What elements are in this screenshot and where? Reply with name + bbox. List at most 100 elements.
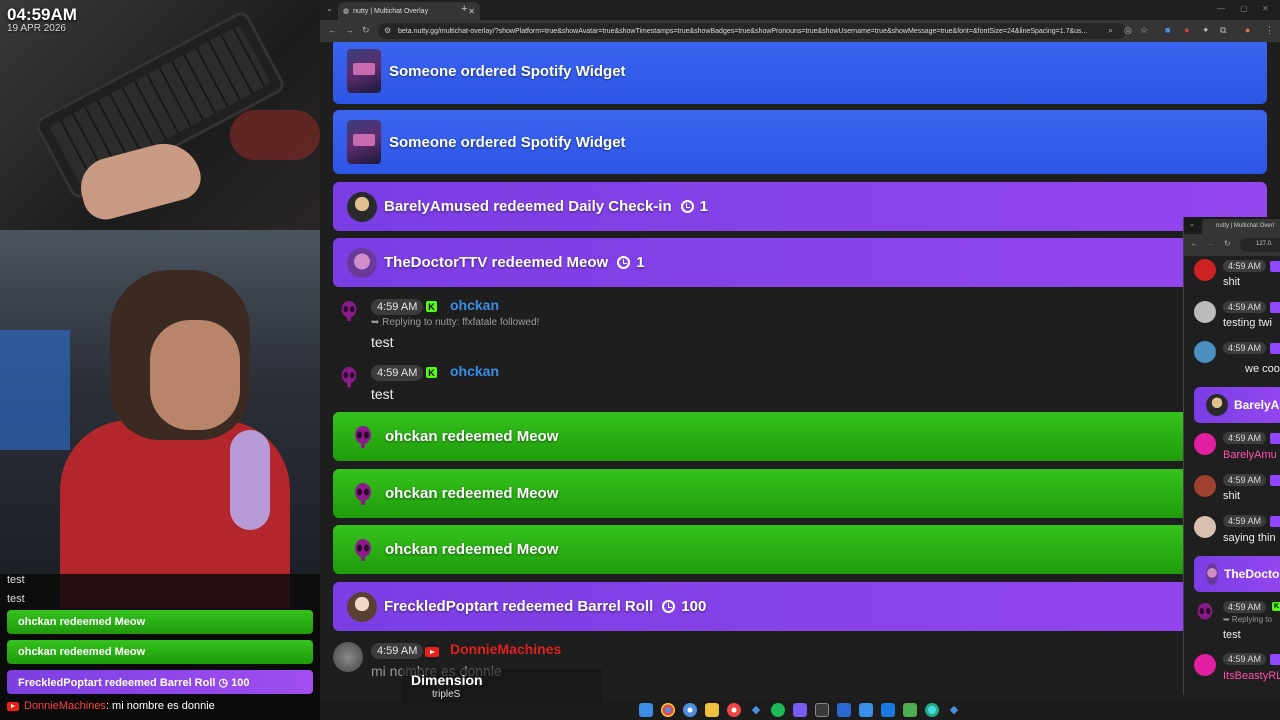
streamer-face xyxy=(150,320,240,430)
chrome-icon[interactable] xyxy=(727,703,741,717)
twitch-icon xyxy=(1270,261,1280,272)
avatar xyxy=(1194,433,1216,455)
profile-icon[interactable]: ● xyxy=(1245,25,1250,35)
desk-camera: 04:59AM 19 APR 2026 xyxy=(0,0,320,230)
tab-menu-icon[interactable]: ⌄ xyxy=(326,4,333,13)
twitch-icon xyxy=(1270,433,1280,444)
redeem-text: BarelyAmused redeemed Daily Check-in xyxy=(384,198,672,215)
overlay-content: Someone ordered Spotify Widget Someone o… xyxy=(320,42,1280,700)
redeem-text: FreckledPoptart redeemed Barrel Roll xyxy=(384,598,654,615)
alien-avatar-icon xyxy=(355,425,371,448)
timestamp: 4:59 AM xyxy=(1223,653,1267,665)
chat-line: test xyxy=(7,593,25,605)
menu-icon[interactable]: ⋮ xyxy=(1265,25,1274,36)
spotify-widget-thumbnail xyxy=(347,49,381,93)
youtube-icon xyxy=(425,647,439,657)
alien-avatar-icon xyxy=(355,482,371,505)
reply-context: ➥ Replying to xyxy=(1223,615,1272,624)
twitch-icon xyxy=(1270,654,1280,665)
username[interactable]: ohckan xyxy=(450,363,499,379)
forward-icon[interactable]: → xyxy=(1206,239,1214,248)
username[interactable]: ohckan xyxy=(450,297,499,313)
chat-youtube-line: DonnieMachines: mi nombre es donnie xyxy=(7,700,215,712)
reload-icon[interactable]: ↻ xyxy=(362,25,370,36)
avatar xyxy=(1194,301,1216,323)
extensions-icon[interactable]: ⧉ xyxy=(1220,25,1226,36)
twitch-icon xyxy=(1270,302,1280,313)
avatar xyxy=(1206,394,1228,416)
username[interactable]: ItsBeastyRL xyxy=(1223,670,1280,682)
redeem-cost: 1 xyxy=(636,254,645,271)
message-text: shit xyxy=(1223,490,1241,502)
app-icon[interactable]: ◆ xyxy=(749,703,763,717)
message-text: testing twi xyxy=(1223,317,1272,329)
app-icon[interactable] xyxy=(903,703,917,717)
tab-multichat[interactable]: nutty | Multichat Overl xyxy=(1202,219,1280,234)
redeem-banner: FreckledPoptart redeemed Barrel Roll 100 xyxy=(333,582,1267,631)
timestamp: 4:59 AM xyxy=(1223,474,1267,486)
redeem-text: TheDoctor xyxy=(1224,567,1280,581)
chrome-icon[interactable] xyxy=(661,703,675,717)
extension-icon[interactable]: ● xyxy=(1184,25,1189,35)
redeem-banner: ohckan redeemed Meow xyxy=(333,412,1267,461)
browser-icon[interactable] xyxy=(925,703,939,717)
app-icon[interactable] xyxy=(793,703,807,717)
globe-icon: ◍ xyxy=(343,8,350,15)
reply-context: ➥ Replying to nutty: ffxfatale followed! xyxy=(371,317,540,328)
notepad-icon[interactable] xyxy=(859,703,873,717)
start-icon[interactable] xyxy=(639,703,653,717)
taskbar: ◆ ◆ xyxy=(320,700,1280,720)
back-icon[interactable]: ← xyxy=(328,25,337,35)
app-icon[interactable] xyxy=(815,703,829,717)
zoom-icon[interactable]: ⌕ xyxy=(1108,25,1113,36)
extension-icon[interactable]: ■ xyxy=(1165,25,1170,35)
reload-icon[interactable]: ↻ xyxy=(1224,239,1231,248)
username[interactable]: DonnieMachines xyxy=(450,641,561,657)
folder-icon[interactable] xyxy=(705,703,719,717)
timestamp: 4:59 AM xyxy=(1223,515,1267,527)
chat-redeem-banner: ohckan redeemed Meow xyxy=(7,610,313,634)
star-icon[interactable]: ☆ xyxy=(1140,25,1148,36)
minimize-icon[interactable]: — xyxy=(1217,4,1225,13)
redeem-text: ohckan redeemed Meow xyxy=(385,428,559,445)
desk-mat xyxy=(230,110,320,160)
monitor-glow xyxy=(0,330,70,450)
tab-menu-icon[interactable]: ⌄ xyxy=(1189,220,1195,228)
spotify-icon[interactable] xyxy=(771,703,785,717)
redeem-text: ohckan redeemed Meow xyxy=(385,541,559,558)
toolbar: ← → ↻ 127.0. xyxy=(1184,234,1280,256)
clock-date: 19 APR 2026 xyxy=(7,23,66,34)
app-icon[interactable] xyxy=(837,703,851,717)
address-bar[interactable]: ⚙ beta.nutty.gg/multichat-overlay/?showP… xyxy=(378,23,1126,39)
channel-points-icon xyxy=(617,256,631,269)
username[interactable]: BarelyAmu xyxy=(1223,449,1277,461)
tab-multichat[interactable]: ◍ nutty | Multichat Overlay ✕ xyxy=(338,2,480,20)
close-tab-icon[interactable]: ✕ xyxy=(468,7,475,16)
channel-points-icon xyxy=(662,600,676,613)
eye-off-icon[interactable]: ◎ xyxy=(1124,25,1132,36)
vscode-icon[interactable] xyxy=(881,703,895,717)
twitch-icon xyxy=(1270,343,1280,354)
kick-icon: K xyxy=(1272,602,1280,611)
face-camera xyxy=(0,230,320,608)
secondary-browser-window: ⌄ nutty | Multichat Overl ← → ↻ 127.0. 4… xyxy=(1183,217,1280,695)
app-icon[interactable]: ◆ xyxy=(947,703,961,717)
kick-icon: K xyxy=(426,301,437,312)
twitch-icon xyxy=(1270,516,1280,527)
site-info-icon[interactable]: ⚙ xyxy=(384,26,391,35)
forward-icon[interactable]: → xyxy=(345,25,354,35)
clock-time: 04:59AM xyxy=(7,5,77,24)
event-text: Someone ordered Spotify Widget xyxy=(389,133,626,151)
chat-message: 4:59 AM K ohckan ➥ Replying to nutty: ff… xyxy=(333,294,1267,356)
maximize-icon[interactable]: ▢ xyxy=(1240,4,1248,13)
tab-bar: ⌄ ◍ nutty | Multichat Overlay ✕ + — ▢ ✕ xyxy=(320,0,1280,20)
address-bar[interactable]: 127.0. xyxy=(1240,238,1280,252)
channel-points-icon xyxy=(680,200,694,213)
chrome-icon[interactable] xyxy=(683,703,697,717)
event-banner: Someone ordered Spotify Widget xyxy=(333,42,1267,104)
extension-icon[interactable]: ✦ xyxy=(1202,25,1210,36)
close-window-icon[interactable]: ✕ xyxy=(1262,4,1269,13)
new-tab-button[interactable]: + xyxy=(461,3,467,15)
back-icon[interactable]: ← xyxy=(1190,239,1198,248)
tab-title: nutty | Multichat Overl xyxy=(1216,223,1274,229)
